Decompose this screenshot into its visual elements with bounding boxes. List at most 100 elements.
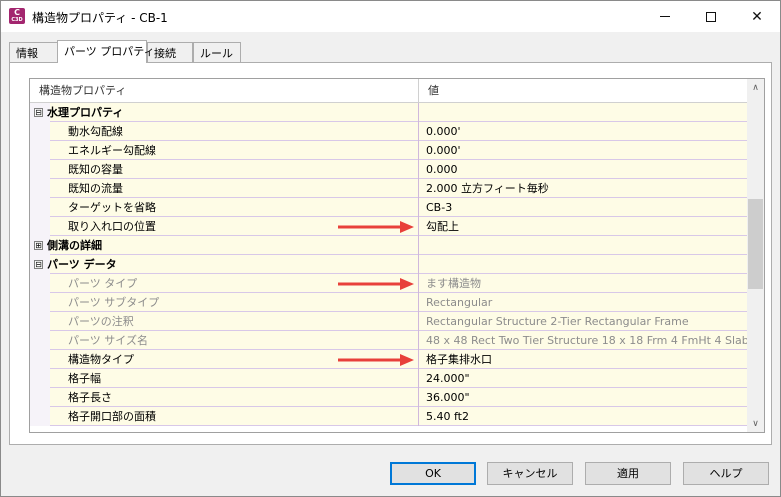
property-value-cell: Rectangular Structure 2-Tier Rectangular… xyxy=(426,315,689,328)
property-row[interactable]: 動水勾配線 0.000' xyxy=(30,122,747,141)
property-row[interactable]: 既知の流量 2.000 立方フィート毎秒 xyxy=(30,179,747,198)
property-label: 取り入れ口の位置 xyxy=(68,220,156,233)
row-gutter xyxy=(30,388,50,407)
property-value-cell[interactable]: 5.40 ft2 xyxy=(419,407,747,426)
property-label: パーツ データ xyxy=(47,258,117,271)
property-value-cell xyxy=(419,255,747,274)
property-label: 側溝の詳細 xyxy=(47,239,102,252)
minimize-button[interactable] xyxy=(642,1,688,32)
property-label: 格子長さ xyxy=(68,391,112,404)
property-grid: 構造物プロパティ 値 ⊟ 水理プロパティ動水勾配線 0.000' エネルギー勾配線 0.… xyxy=(29,78,765,433)
apply-button[interactable]: 適用 xyxy=(585,462,671,485)
expand-icon[interactable]: ⊞ xyxy=(34,241,43,250)
property-name-cell: パーツ サイズ名 xyxy=(30,331,419,350)
column-header-property[interactable]: 構造物プロパティ xyxy=(30,79,419,103)
vertical-scrollbar[interactable]: ∧ ∨ xyxy=(747,79,764,432)
property-name-cell: 格子長さ xyxy=(30,388,419,407)
tab-part-properties[interactable]: パーツ プロパティ xyxy=(57,40,155,63)
property-row[interactable]: パーツの注釈 Rectangular Structure 2-Tier Recta… xyxy=(30,312,747,331)
property-name-cell: ターゲットを省略 xyxy=(30,198,419,217)
row-gutter xyxy=(30,179,50,198)
maximize-button[interactable] xyxy=(688,1,734,32)
property-label: 動水勾配線 xyxy=(68,125,123,138)
title-bar: C C3D 構造物プロパティ - CB-1 ✕ xyxy=(1,1,780,32)
tab-info[interactable]: 情報 xyxy=(9,42,58,62)
property-group-row[interactable]: ⊞ 側溝の詳細 xyxy=(30,236,747,255)
property-value-cell: ます構造物 xyxy=(426,277,481,290)
red-annotation-arrow-icon xyxy=(338,278,414,290)
property-value-cell[interactable]: 2.000 立方フィート毎秒 xyxy=(419,179,747,198)
property-value-cell[interactable]: 勾配上 xyxy=(419,217,747,236)
row-gutter xyxy=(30,160,50,179)
maximize-icon xyxy=(706,11,716,22)
collapse-icon[interactable]: ⊟ xyxy=(34,260,43,269)
property-name-cell: パーツの注釈 xyxy=(30,312,419,331)
row-gutter xyxy=(30,141,50,160)
property-value-cell[interactable]: 0.000 xyxy=(419,160,747,179)
tab-rules[interactable]: ルール xyxy=(193,42,241,62)
scroll-up-icon[interactable]: ∧ xyxy=(747,79,764,96)
property-group-row[interactable]: ⊟ 水理プロパティ xyxy=(30,103,747,122)
property-name-cell: ⊟ パーツ データ xyxy=(30,255,419,274)
property-value-cell[interactable]: 24.000" xyxy=(419,369,747,388)
close-button[interactable]: ✕ xyxy=(734,1,780,32)
property-label: 格子開口部の面積 xyxy=(68,410,156,423)
property-row[interactable]: ターゲットを省略 CB-3 xyxy=(30,198,747,217)
property-value-cell[interactable]: 0.000' xyxy=(419,141,747,160)
help-button[interactable]: ヘルプ xyxy=(683,462,769,485)
column-header-value[interactable]: 値 xyxy=(419,79,747,103)
property-value-cell[interactable]: 格子集排水口 xyxy=(419,350,747,369)
property-label: ターゲットを省略 xyxy=(68,201,156,214)
property-row[interactable]: 格子開口部の面積 5.40 ft2 xyxy=(30,407,747,426)
property-name-cell: ⊟ 水理プロパティ xyxy=(30,103,419,122)
property-name-cell: 既知の流量 xyxy=(30,179,419,198)
property-label: 格子幅 xyxy=(68,372,101,385)
property-value-cell: 48 x 48 Rect Two Tier Structure 18 x 18 … xyxy=(426,334,747,347)
scroll-down-icon[interactable]: ∨ xyxy=(747,415,764,432)
property-value-cell[interactable]: 0.000' xyxy=(419,122,747,141)
property-value-cell xyxy=(419,103,747,122)
property-label: パーツ タイプ xyxy=(68,277,138,290)
property-name-cell: 格子開口部の面積 xyxy=(30,407,419,426)
property-row[interactable]: パーツ サブタイプ Rectangular xyxy=(30,293,747,312)
row-gutter xyxy=(30,407,50,426)
tab-panel: 構造物プロパティ 値 ⊟ 水理プロパティ動水勾配線 0.000' エネルギー勾配線 0.… xyxy=(9,62,772,445)
property-label: 水理プロパティ xyxy=(47,106,124,119)
property-label: パーツの注釈 xyxy=(68,315,134,328)
ok-button[interactable]: OK xyxy=(390,462,476,485)
property-row[interactable]: 既知の容量 0.000 xyxy=(30,160,747,179)
row-gutter xyxy=(30,350,50,369)
minimize-icon xyxy=(660,16,670,17)
row-gutter xyxy=(30,274,50,293)
property-group-row[interactable]: ⊟ パーツ データ xyxy=(30,255,747,274)
scrollbar-thumb[interactable] xyxy=(748,199,763,289)
grid-header: 構造物プロパティ 値 xyxy=(30,79,747,103)
property-label: 既知の流量 xyxy=(68,182,123,195)
property-label: 既知の容量 xyxy=(68,163,123,176)
property-name-cell: 既知の容量 xyxy=(30,160,419,179)
property-value-cell[interactable]: 36.000" xyxy=(419,388,747,407)
property-row[interactable]: 格子長さ 36.000" xyxy=(30,388,747,407)
property-row[interactable]: パーツ サイズ名 48 x 48 Rect Two Tier Structure … xyxy=(30,331,747,350)
property-name-cell: ⊞ 側溝の詳細 xyxy=(30,236,419,255)
collapse-icon[interactable]: ⊟ xyxy=(34,108,43,117)
property-name-cell: エネルギー勾配線 xyxy=(30,141,419,160)
property-label: パーツ サイズ名 xyxy=(68,334,148,347)
window-title: 構造物プロパティ - CB-1 xyxy=(32,11,168,25)
property-label: エネルギー勾配線 xyxy=(68,144,156,157)
property-label: 構造物タイプ xyxy=(68,353,134,366)
property-row[interactable]: 格子幅 24.000" xyxy=(30,369,747,388)
row-gutter xyxy=(30,217,50,236)
row-gutter xyxy=(30,293,50,312)
property-name-cell: 格子幅 xyxy=(30,369,419,388)
property-label: パーツ サブタイプ xyxy=(68,296,160,309)
dialog-window: C C3D 構造物プロパティ - CB-1 ✕ 情報 パーツ プロパティ 接続 … xyxy=(0,0,781,497)
property-value-cell[interactable]: CB-3 xyxy=(419,198,747,217)
row-gutter xyxy=(30,331,50,350)
cancel-button[interactable]: キャンセル xyxy=(487,462,573,485)
property-row[interactable]: エネルギー勾配線 0.000' xyxy=(30,141,747,160)
property-value-cell xyxy=(419,236,747,255)
row-gutter xyxy=(30,198,50,217)
row-gutter xyxy=(30,122,50,141)
red-annotation-arrow-icon xyxy=(338,354,414,366)
